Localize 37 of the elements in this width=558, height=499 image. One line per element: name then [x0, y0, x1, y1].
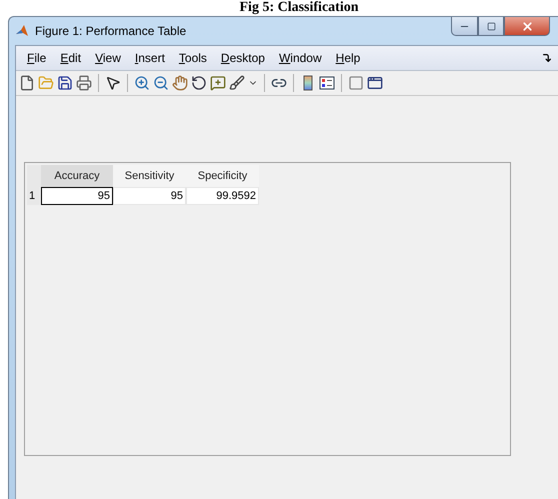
menu-item[interactable]: Edit — [53, 51, 88, 65]
rotate-icon[interactable] — [191, 75, 207, 91]
zoom-in-icon[interactable] — [134, 75, 150, 91]
table-cell[interactable]: 95 — [113, 187, 186, 205]
figure-caption: Fig 5: Classification — [238, 0, 360, 16]
menu-item[interactable]: Tools — [172, 51, 214, 65]
data-cursor-icon[interactable] — [210, 75, 226, 91]
menu-item[interactable]: Insert — [128, 51, 172, 65]
menu-item[interactable]: Help — [328, 51, 368, 65]
menu-item[interactable]: View — [88, 51, 128, 65]
column-header[interactable]: Accuracy — [41, 165, 113, 187]
print-icon[interactable] — [76, 75, 92, 91]
column-header[interactable]: Sensitivity — [113, 165, 186, 187]
brush-icon[interactable] — [229, 75, 245, 91]
matlab-logo-icon — [15, 24, 29, 38]
maximize-icon — [486, 22, 496, 30]
zoom-out-icon[interactable] — [153, 75, 169, 91]
menu-item[interactable]: Window — [272, 51, 329, 65]
close-icon — [520, 20, 534, 32]
menu-item[interactable]: File — [20, 51, 54, 65]
legend-icon[interactable] — [319, 75, 335, 91]
pointer-icon[interactable] — [105, 75, 121, 91]
minimize-button[interactable] — [451, 17, 478, 36]
table-cell[interactable]: 95 — [41, 187, 113, 205]
dock-arrow-icon[interactable] — [542, 53, 552, 63]
frame-icon[interactable] — [367, 75, 383, 91]
save-icon[interactable] — [57, 75, 73, 91]
hand-icon[interactable] — [172, 75, 188, 91]
maximize-button[interactable] — [478, 17, 504, 36]
table-cell[interactable]: 99.9592 — [186, 187, 259, 205]
column-header[interactable]: Specificity — [186, 165, 259, 187]
table-corner — [27, 165, 41, 187]
close-button[interactable] — [504, 17, 550, 36]
menu-item[interactable]: Desktop — [214, 51, 272, 65]
new-file-icon[interactable] — [19, 75, 35, 91]
row-header: 1 — [27, 187, 41, 205]
window-title: Figure 1: Performance Table — [35, 24, 186, 38]
